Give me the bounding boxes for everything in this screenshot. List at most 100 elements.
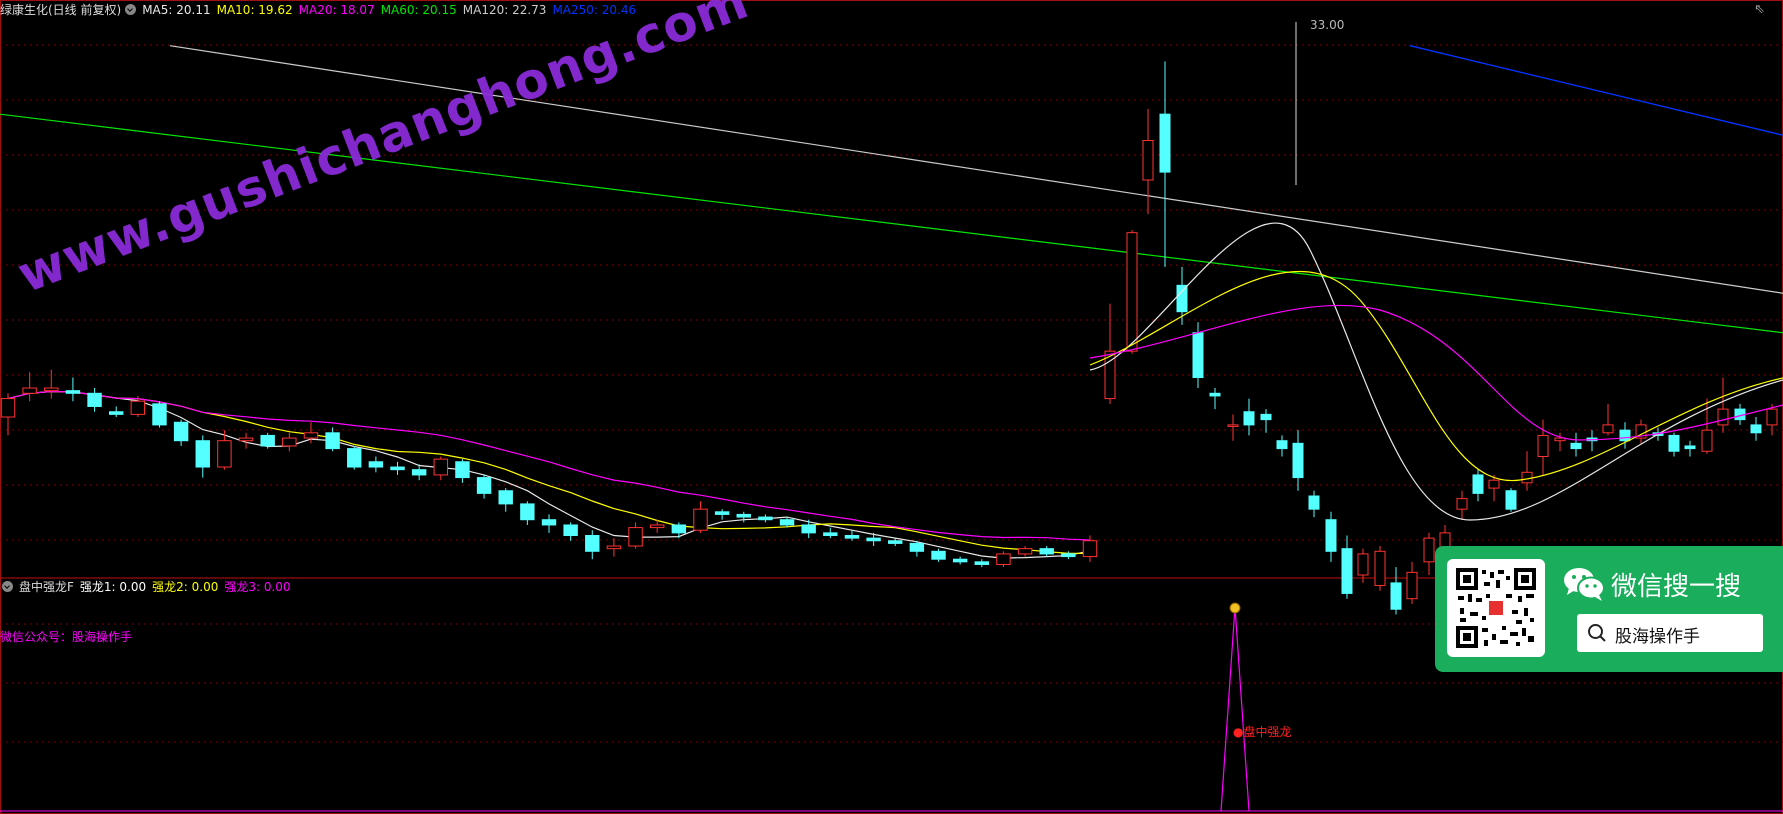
promo-title: 微信搜一搜 bbox=[1611, 572, 1742, 602]
sub-indicator-header: 盘中强龙F 强龙1: 0.00 强龙2: 0.00 强龙3: 0.00 bbox=[0, 577, 297, 597]
candle-body bbox=[108, 411, 124, 415]
qr-code bbox=[1447, 559, 1545, 657]
candle-body bbox=[1684, 445, 1696, 450]
candle-body bbox=[0, 398, 16, 418]
candle-body bbox=[1357, 553, 1369, 576]
candle-body bbox=[1061, 553, 1076, 558]
candle-body bbox=[1717, 408, 1729, 426]
signal-label: ●盘中强龙 bbox=[1233, 725, 1292, 739]
candle-body bbox=[1701, 429, 1713, 452]
ma10-value: MA10: 19.62 bbox=[216, 3, 293, 17]
candle-body bbox=[1192, 332, 1204, 379]
candle-body bbox=[585, 535, 600, 552]
candle-body bbox=[888, 540, 903, 544]
candle-body bbox=[909, 542, 925, 552]
candle-body bbox=[520, 503, 535, 521]
candle-body bbox=[1521, 471, 1533, 484]
candle-body bbox=[1243, 411, 1255, 426]
dropdown-circle-icon[interactable] bbox=[2, 581, 13, 592]
candle-body bbox=[411, 469, 427, 476]
candle-body bbox=[1017, 548, 1033, 555]
kline-chart[interactable] bbox=[0, 0, 1783, 814]
candle-body bbox=[1423, 537, 1435, 563]
ma60-value: MA60: 20.15 bbox=[380, 3, 457, 17]
candle-body bbox=[1159, 113, 1171, 173]
candle-body bbox=[1142, 140, 1154, 181]
candle-body bbox=[476, 477, 492, 494]
ma120-value: MA120: 22.73 bbox=[462, 3, 547, 17]
qianglong1-value: 强龙1: 0.00 bbox=[79, 580, 147, 594]
sub-indicator-name[interactable]: 盘中强龙F bbox=[19, 580, 74, 594]
stock-title[interactable]: 绿康生化(日线 前复权) bbox=[0, 3, 121, 17]
candle-body bbox=[1668, 434, 1680, 452]
candle-body bbox=[1472, 474, 1484, 494]
candle-body bbox=[238, 437, 254, 442]
shrink-icon[interactable]: ⇖ bbox=[1754, 2, 1765, 17]
candle-body bbox=[1602, 424, 1614, 434]
candle-body bbox=[1260, 413, 1272, 421]
candle-body bbox=[714, 511, 730, 515]
candle-body bbox=[303, 432, 319, 439]
candle-body bbox=[44, 387, 59, 392]
candle-body bbox=[217, 440, 232, 468]
candle-body bbox=[195, 440, 210, 468]
candle-body bbox=[87, 392, 102, 407]
candle-body bbox=[1227, 424, 1239, 427]
candle-body bbox=[347, 448, 362, 468]
wechat-promo-card[interactable]: 微信搜一搜 股海操作手 bbox=[1435, 546, 1783, 672]
candle-body bbox=[498, 490, 513, 505]
candle-body bbox=[1570, 442, 1582, 450]
candle-body bbox=[260, 434, 275, 447]
candle-body bbox=[606, 545, 622, 550]
candle-body bbox=[368, 461, 384, 468]
dropdown-circle-icon[interactable] bbox=[125, 4, 137, 15]
search-icon bbox=[1588, 624, 1606, 642]
candle-body bbox=[649, 524, 665, 529]
candle-body bbox=[1488, 479, 1500, 489]
candle-body bbox=[130, 400, 146, 415]
candle-body bbox=[1374, 550, 1386, 587]
promo-search-text: 股海操作手 bbox=[1615, 627, 1700, 647]
candle-body bbox=[844, 535, 860, 539]
candle-body bbox=[325, 432, 340, 450]
max-price-label: 33.00 bbox=[1310, 18, 1345, 32]
wechat-logo-icon bbox=[1564, 568, 1605, 601]
ma5-line bbox=[7, 390, 1091, 559]
candle-body bbox=[1505, 490, 1517, 510]
candle-body bbox=[152, 403, 167, 426]
candle-body bbox=[1406, 571, 1418, 600]
candle-body bbox=[1292, 442, 1304, 479]
candle-body bbox=[173, 421, 189, 442]
qianglong2-value: 强龙2: 0.00 bbox=[152, 580, 219, 594]
candle-body bbox=[1766, 408, 1778, 426]
qr-code-icon bbox=[1456, 568, 1536, 648]
promo-search-box[interactable]: 股海操作手 bbox=[1577, 614, 1763, 652]
candle-body bbox=[1750, 424, 1762, 434]
main-indicator-header: 绿康生化(日线 前复权) MA5: 20.11 MA10: 19.62 MA20: 1… bbox=[0, 0, 642, 20]
candle-body bbox=[1276, 440, 1288, 450]
candle-body bbox=[1537, 434, 1549, 457]
ma20-value: MA20: 18.07 bbox=[298, 3, 375, 17]
candle-body bbox=[1082, 540, 1098, 558]
candle-body bbox=[1176, 284, 1188, 313]
candle-body bbox=[1456, 498, 1468, 510]
candle-body bbox=[952, 558, 968, 563]
ma120-line bbox=[169, 45, 1783, 294]
candle-body bbox=[1039, 548, 1054, 555]
candle-body bbox=[541, 519, 557, 526]
wechat-account-label: 微信公众号：股海操作手 bbox=[0, 630, 133, 644]
candle-body bbox=[628, 527, 643, 547]
candle-body bbox=[563, 524, 578, 537]
candle-body bbox=[996, 553, 1011, 565]
candle-body bbox=[758, 516, 773, 521]
ma5-value: MA5: 20.11 bbox=[142, 3, 211, 17]
candle-body bbox=[1126, 232, 1138, 352]
candle-body bbox=[801, 524, 816, 534]
candle-body bbox=[22, 387, 37, 394]
candle-body bbox=[282, 437, 297, 447]
candle-body bbox=[390, 466, 405, 471]
candle-body bbox=[1619, 429, 1631, 442]
candle-body bbox=[823, 532, 838, 536]
candle-body bbox=[931, 550, 946, 560]
ma60-line bbox=[0, 113, 1783, 334]
